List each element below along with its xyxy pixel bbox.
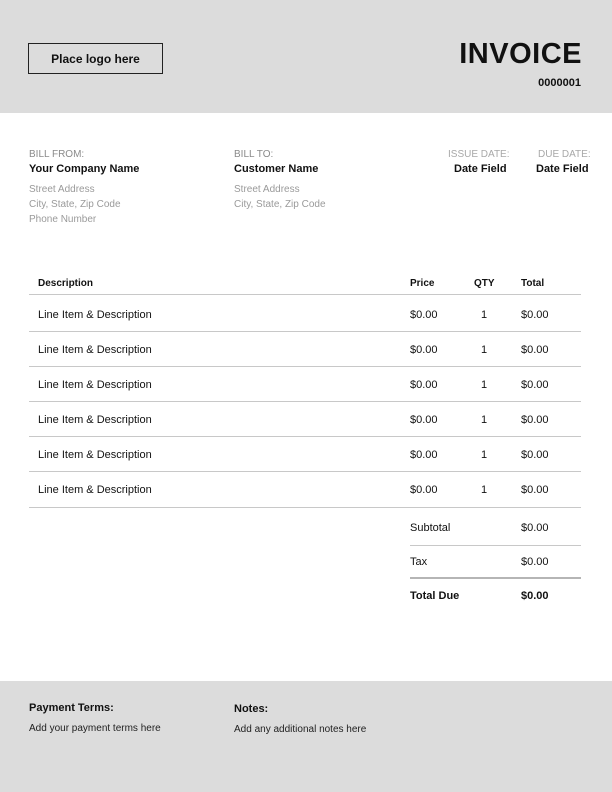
footer-band: [0, 681, 612, 792]
invoice-title: INVOICE: [459, 38, 582, 70]
summary-divider: [410, 545, 581, 546]
bill-from-city[interactable]: City, State, Zip Code: [29, 199, 121, 210]
row-3-qty[interactable]: 1: [464, 379, 504, 391]
row-divider: [29, 331, 581, 332]
invoice-number[interactable]: 0000001: [538, 77, 581, 89]
due-date-label: DUE DATE:: [538, 149, 591, 160]
logo-placeholder[interactable]: Place logo here: [28, 43, 163, 74]
tax-label: Tax: [410, 556, 428, 568]
bill-to-street[interactable]: Street Address: [234, 184, 300, 195]
row-3-total: $0.00: [521, 379, 549, 391]
row-5-price[interactable]: $0.00: [410, 449, 438, 461]
bill-from-street[interactable]: Street Address: [29, 184, 95, 195]
bill-from-label: BILL FROM:: [29, 149, 85, 160]
row-5-total: $0.00: [521, 449, 549, 461]
subtotal-label: Subtotal: [410, 522, 451, 534]
total-divider: [410, 577, 581, 579]
col-header-price: Price: [410, 278, 435, 289]
row-1-total: $0.00: [521, 309, 549, 321]
tax-value[interactable]: $0.00: [521, 556, 549, 568]
col-header-total: Total: [521, 278, 545, 289]
bill-to-label: BILL TO:: [234, 149, 274, 160]
col-header-description: Description: [38, 278, 94, 289]
table-header-divider: [29, 294, 581, 295]
row-4-qty[interactable]: 1: [464, 414, 504, 426]
row-4-price[interactable]: $0.00: [410, 414, 438, 426]
row-6-description[interactable]: Line Item & Description: [38, 484, 152, 496]
row-2-description[interactable]: Line Item & Description: [38, 344, 152, 356]
total-due-label: Total Due: [410, 590, 460, 602]
issue-date-value[interactable]: Date Field: [454, 163, 507, 175]
row-divider: [29, 401, 581, 402]
payment-terms-text[interactable]: Add your payment terms here: [29, 723, 161, 734]
row-5-description[interactable]: Line Item & Description: [38, 449, 152, 461]
row-1-description[interactable]: Line Item & Description: [38, 309, 152, 321]
row-5-qty[interactable]: 1: [464, 449, 504, 461]
row-divider: [29, 366, 581, 367]
col-header-qty: QTY: [474, 278, 495, 289]
row-2-total: $0.00: [521, 344, 549, 356]
row-3-price[interactable]: $0.00: [410, 379, 438, 391]
row-6-qty[interactable]: 1: [464, 484, 504, 496]
table-bottom-divider: [29, 507, 581, 508]
payment-terms-title: Payment Terms:: [29, 702, 114, 714]
subtotal-value: $0.00: [521, 522, 549, 534]
bill-from-phone[interactable]: Phone Number: [29, 214, 96, 225]
row-6-total: $0.00: [521, 484, 549, 496]
bill-to-customer[interactable]: Customer Name: [234, 163, 318, 175]
notes-text[interactable]: Add any additional notes here: [234, 724, 366, 735]
row-2-price[interactable]: $0.00: [410, 344, 438, 356]
row-1-price[interactable]: $0.00: [410, 309, 438, 321]
row-4-description[interactable]: Line Item & Description: [38, 414, 152, 426]
row-3-description[interactable]: Line Item & Description: [38, 379, 152, 391]
row-1-qty[interactable]: 1: [464, 309, 504, 321]
row-divider: [29, 471, 581, 472]
row-divider: [29, 436, 581, 437]
issue-date-label: ISSUE DATE:: [448, 149, 510, 160]
bill-to-city[interactable]: City, State, Zip Code: [234, 199, 326, 210]
row-6-price[interactable]: $0.00: [410, 484, 438, 496]
row-4-total: $0.00: [521, 414, 549, 426]
row-2-qty[interactable]: 1: [464, 344, 504, 356]
total-due-value: $0.00: [521, 590, 549, 602]
due-date-value[interactable]: Date Field: [536, 163, 589, 175]
notes-title: Notes:: [234, 703, 269, 715]
bill-from-company[interactable]: Your Company Name: [29, 163, 139, 175]
